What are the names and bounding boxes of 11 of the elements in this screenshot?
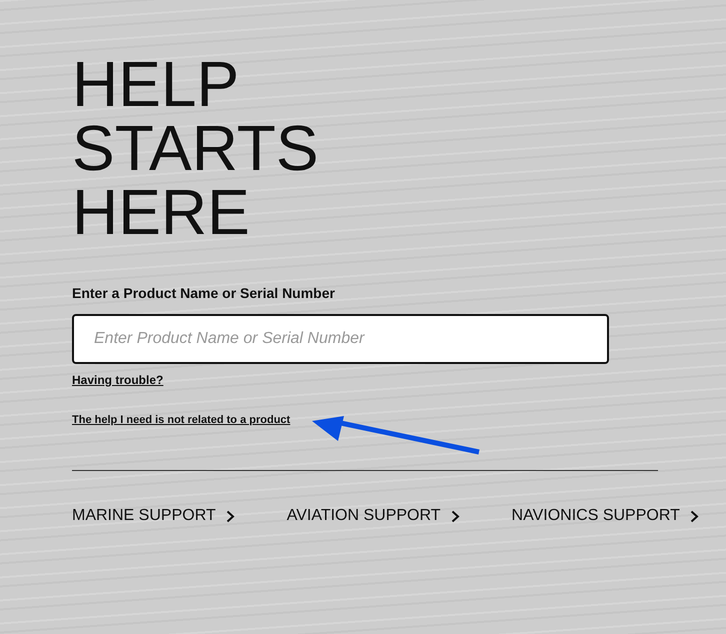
trouble-link[interactable]: Having trouble?	[72, 373, 164, 387]
not-product-link[interactable]: The help I need is not related to a product	[72, 414, 290, 426]
chevron-icon	[226, 510, 235, 522]
support-link[interactable]: MARINE SUPPORT	[72, 507, 235, 525]
support-link[interactable]: AVIATION SUPPORT	[286, 507, 460, 525]
search-field[interactable]: Enter Product Name or Serial Number	[72, 314, 609, 364]
chevron-icon	[690, 510, 699, 522]
support-link[interactable]: NAVIONICS SUPPORT	[512, 507, 699, 525]
page-heading: HELP STARTS HERE	[72, 52, 319, 244]
chevron-icon	[450, 510, 460, 522]
search-label: Enter a Product Name or Serial Number	[72, 285, 335, 301]
